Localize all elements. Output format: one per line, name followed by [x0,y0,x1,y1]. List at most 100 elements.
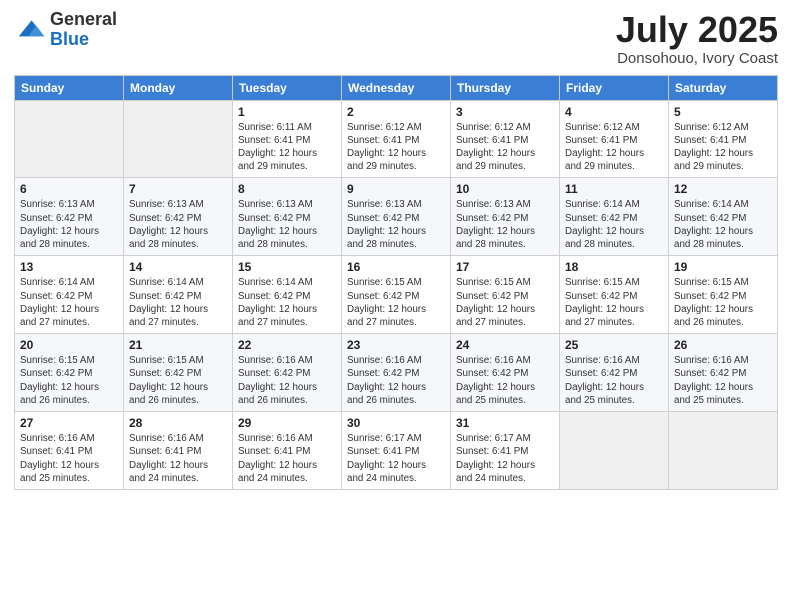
day-number: 8 [238,182,336,196]
day-number: 11 [565,182,663,196]
calendar-cell: 16 Sunrise: 6:15 AMSunset: 6:42 PMDayligh… [342,256,451,334]
day-number: 9 [347,182,445,196]
day-info: Sunrise: 6:17 AMSunset: 6:41 PMDaylight:… [347,432,445,485]
calendar-cell: 17 Sunrise: 6:15 AMSunset: 6:42 PMDayligh… [451,256,560,334]
day-number: 4 [565,105,663,119]
day-info: Sunrise: 6:14 AMSunset: 6:42 PMDaylight:… [674,198,772,251]
calendar-cell: 31 Sunrise: 6:17 AMSunset: 6:41 PMDayligh… [451,412,560,490]
day-info: Sunrise: 6:14 AMSunset: 6:42 PMDaylight:… [565,198,663,251]
calendar-cell: 12 Sunrise: 6:14 AMSunset: 6:42 PMDayligh… [669,178,778,256]
calendar-cell [560,412,669,490]
calendar-cell: 20 Sunrise: 6:15 AMSunset: 6:42 PMDayligh… [15,334,124,412]
day-number: 18 [565,260,663,274]
calendar-cell: 24Sunrise: 6:16 AMSunset: 6:42 PMDayligh… [451,334,560,412]
day-info: Sunrise: 6:13 AMSunset: 6:42 PMDaylight:… [129,198,227,251]
day-info: Sunrise: 6:16 AMSunset: 6:42 PMDaylight:… [347,354,445,407]
calendar-cell: 13Sunrise: 6:14 AMSunset: 6:42 PMDayligh… [15,256,124,334]
calendar-cell [669,412,778,490]
day-number: 19 [674,260,772,274]
calendar-cell: 26 Sunrise: 6:16 AMSunset: 6:42 PMDayligh… [669,334,778,412]
calendar-cell [15,100,124,178]
day-info: Sunrise: 6:15 AMSunset: 6:42 PMDaylight:… [20,354,118,407]
day-number: 21 [129,338,227,352]
day-number: 2 [347,105,445,119]
day-number: 27 [20,416,118,430]
calendar-cell: 11 Sunrise: 6:14 AMSunset: 6:42 PMDayligh… [560,178,669,256]
calendar-cell: 29 Sunrise: 6:16 AMSunset: 6:41 PMDayligh… [233,412,342,490]
day-info: Sunrise: 6:16 AMSunset: 6:42 PMDaylight:… [238,354,336,407]
calendar-title: July 2025 [616,10,778,50]
day-info: Sunrise: 6:15 AMSunset: 6:42 PMDaylight:… [347,276,445,329]
calendar-week-row: 27 Sunrise: 6:16 AMSunset: 6:41 PMDayligh… [15,412,778,490]
calendar-cell: 25 Sunrise: 6:16 AMSunset: 6:42 PMDayligh… [560,334,669,412]
day-number: 14 [129,260,227,274]
calendar-subtitle: Donsohouo, Ivory Coast [616,50,778,67]
header: General Blue July 2025 Donsohouo, Ivory … [14,10,778,67]
calendar-cell: 21 Sunrise: 6:15 AMSunset: 6:42 PMDayligh… [124,334,233,412]
day-info: Sunrise: 6:15 AMSunset: 6:42 PMDaylight:… [674,276,772,329]
day-info: Sunrise: 6:12 AMSunset: 6:41 PMDaylight:… [456,121,554,174]
day-info: Sunrise: 6:12 AMSunset: 6:41 PMDaylight:… [565,121,663,174]
day-info: Sunrise: 6:14 AMSunset: 6:42 PMDaylight:… [238,276,336,329]
calendar-cell: 3 Sunrise: 6:12 AMSunset: 6:41 PMDaylight… [451,100,560,178]
day-info: Sunrise: 6:17 AMSunset: 6:41 PMDaylight:… [456,432,554,485]
calendar-cell: 9 Sunrise: 6:13 AMSunset: 6:42 PMDaylight… [342,178,451,256]
day-number: 25 [565,338,663,352]
calendar-cell: 18 Sunrise: 6:15 AMSunset: 6:42 PMDayligh… [560,256,669,334]
day-number: 22 [238,338,336,352]
calendar-cell: 28 Sunrise: 6:16 AMSunset: 6:41 PMDayligh… [124,412,233,490]
day-number: 26 [674,338,772,352]
day-info: Sunrise: 6:16 AMSunset: 6:41 PMDaylight:… [20,432,118,485]
day-info: Sunrise: 6:12 AMSunset: 6:41 PMDaylight:… [674,121,772,174]
calendar-cell: 15 Sunrise: 6:14 AMSunset: 6:42 PMDayligh… [233,256,342,334]
day-info: Sunrise: 6:11 AMSunset: 6:41 PMDaylight:… [238,121,336,174]
day-number: 30 [347,416,445,430]
day-number: 31 [456,416,554,430]
day-info: Sunrise: 6:14 AMSunset: 6:42 PMDaylight:… [129,276,227,329]
calendar-cell: 10 Sunrise: 6:13 AMSunset: 6:42 PMDayligh… [451,178,560,256]
weekday-header-row: SundayMondayTuesdayWednesdayThursdayFrid… [15,75,778,100]
calendar-cell: 23 Sunrise: 6:16 AMSunset: 6:42 PMDayligh… [342,334,451,412]
calendar-week-row: 6 Sunrise: 6:13 AMSunset: 6:42 PMDaylight… [15,178,778,256]
logo-text: General Blue [50,10,117,50]
day-number: 7 [129,182,227,196]
day-info: Sunrise: 6:13 AMSunset: 6:42 PMDaylight:… [347,198,445,251]
weekday-header-tuesday: Tuesday [233,75,342,100]
day-info: Sunrise: 6:16 AMSunset: 6:42 PMDaylight:… [565,354,663,407]
day-info: Sunrise: 6:16 AMSunset: 6:42 PMDaylight:… [674,354,772,407]
title-block: July 2025 Donsohouo, Ivory Coast [616,10,778,67]
day-number: 16 [347,260,445,274]
day-info: Sunrise: 6:16 AMSunset: 6:41 PMDaylight:… [238,432,336,485]
day-info: Sunrise: 6:15 AMSunset: 6:42 PMDaylight:… [565,276,663,329]
logo-general: General [50,9,117,29]
calendar-cell [124,100,233,178]
day-info: Sunrise: 6:15 AMSunset: 6:42 PMDaylight:… [129,354,227,407]
day-number: 20 [20,338,118,352]
day-number: 17 [456,260,554,274]
calendar-cell: 7 Sunrise: 6:13 AMSunset: 6:42 PMDaylight… [124,178,233,256]
day-number: 12 [674,182,772,196]
day-number: 28 [129,416,227,430]
day-info: Sunrise: 6:13 AMSunset: 6:42 PMDaylight:… [238,198,336,251]
calendar-cell: 30 Sunrise: 6:17 AMSunset: 6:41 PMDayligh… [342,412,451,490]
weekday-header-friday: Friday [560,75,669,100]
day-number: 23 [347,338,445,352]
day-number: 3 [456,105,554,119]
day-number: 6 [20,182,118,196]
calendar-week-row: 20 Sunrise: 6:15 AMSunset: 6:42 PMDayligh… [15,334,778,412]
page: General Blue July 2025 Donsohouo, Ivory … [0,0,792,612]
calendar-cell: 4 Sunrise: 6:12 AMSunset: 6:41 PMDaylight… [560,100,669,178]
day-info: Sunrise: 6:13 AMSunset: 6:42 PMDaylight:… [456,198,554,251]
day-info: Sunrise: 6:16 AMSunset: 6:42 PMDaylight:… [456,354,554,407]
day-info: Sunrise: 6:16 AMSunset: 6:41 PMDaylight:… [129,432,227,485]
day-number: 10 [456,182,554,196]
day-number: 1 [238,105,336,119]
day-number: 15 [238,260,336,274]
day-number: 13 [20,260,118,274]
day-number: 5 [674,105,772,119]
day-number: 29 [238,416,336,430]
logo-blue: Blue [50,29,89,49]
weekday-header-saturday: Saturday [669,75,778,100]
day-info: Sunrise: 6:15 AMSunset: 6:42 PMDaylight:… [456,276,554,329]
calendar-cell: 1 Sunrise: 6:11 AMSunset: 6:41 PMDaylight… [233,100,342,178]
